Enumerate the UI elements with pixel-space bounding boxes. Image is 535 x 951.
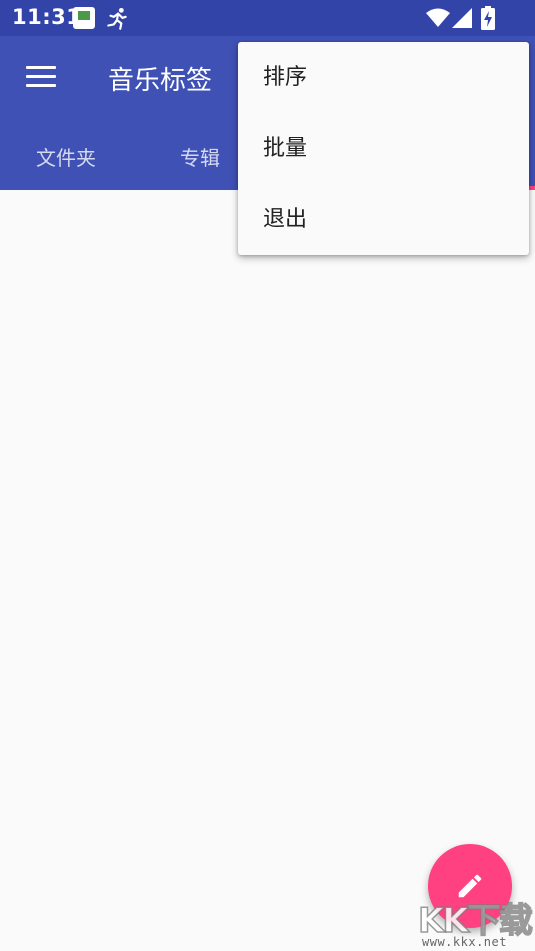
wifi-icon: [426, 8, 450, 27]
status-time: 11:31: [12, 5, 82, 29]
watermark: KK下载 www.kkx.net: [417, 893, 535, 951]
menu-item-exit[interactable]: 退出: [238, 184, 529, 255]
watermark-url: www.kkx.net: [422, 935, 507, 949]
overflow-menu: 排序 批量 退出: [238, 42, 529, 255]
status-bar: 11:31: [0, 0, 535, 36]
running-icon: [107, 7, 127, 30]
menu-item-batch[interactable]: 批量: [238, 113, 529, 184]
app-notification-icon: [73, 7, 95, 29]
tab-folder[interactable]: 文件夹: [36, 142, 96, 171]
app-title: 音乐标签: [108, 66, 213, 96]
tab-album[interactable]: 专辑: [180, 142, 220, 171]
menu-item-sort[interactable]: 排序: [238, 42, 529, 113]
menu-icon[interactable]: [26, 66, 56, 88]
battery-charging-icon: [481, 6, 495, 30]
cell-signal-icon: [452, 8, 472, 28]
